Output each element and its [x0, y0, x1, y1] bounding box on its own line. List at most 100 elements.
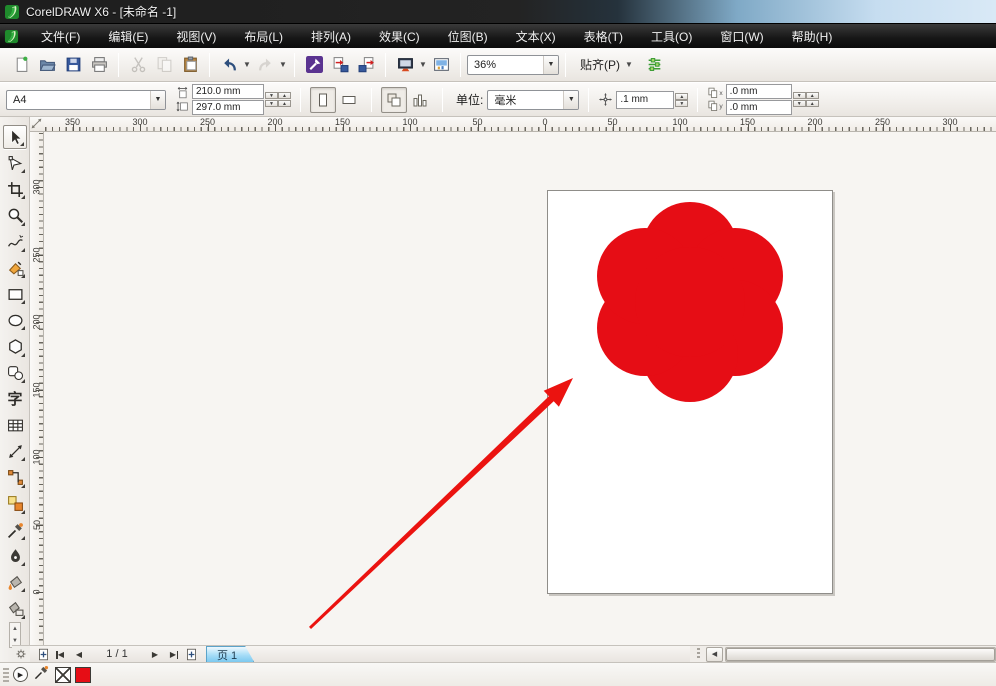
previous-page-button[interactable]: ◀	[70, 647, 88, 662]
drawing-canvas[interactable]	[44, 132, 996, 645]
menu-item[interactable]: 文本(X)	[502, 24, 570, 48]
interactive-fill-tool[interactable]	[3, 597, 27, 621]
export-button[interactable]	[354, 53, 378, 77]
dup-y-spin-up[interactable]: ▲	[806, 100, 819, 107]
ruler-origin-corner[interactable]	[30, 117, 44, 132]
freehand-tool[interactable]	[3, 230, 27, 254]
vertical-ruler[interactable]: 300250200150100500	[30, 132, 44, 645]
ellipse-tool[interactable]	[3, 308, 27, 332]
copy-button[interactable]	[152, 53, 176, 77]
eyedropper-icon[interactable]	[34, 665, 55, 685]
polygon-tool[interactable]	[3, 335, 27, 359]
scroll-left-button[interactable]: ◀	[706, 647, 723, 662]
color-eyedropper-tool[interactable]	[3, 518, 27, 542]
chevron-down-icon[interactable]: ▼	[543, 56, 558, 74]
page-size-preset-combobox[interactable]: A4 ▼	[6, 90, 166, 110]
crop-tool[interactable]	[3, 177, 27, 201]
chevron-down-icon[interactable]: ▼	[418, 60, 428, 69]
menu-item[interactable]: 表格(T)	[570, 24, 637, 48]
fullscreen-preview-button[interactable]	[393, 53, 417, 77]
menu-item[interactable]: 布局(L)	[230, 24, 297, 48]
dimension-tool[interactable]	[3, 439, 27, 463]
zoom-tool[interactable]	[3, 204, 27, 228]
all-pages-size-button[interactable]	[381, 87, 407, 113]
open-icon	[39, 56, 56, 73]
zoom-level-combobox[interactable]: 36% ▼	[467, 55, 559, 75]
add-page-button-left[interactable]	[34, 647, 52, 662]
text-tool[interactable]: 字	[3, 387, 27, 411]
menu-item[interactable]: 视图(V)	[162, 24, 230, 48]
menu-item[interactable]: 排列(A)	[297, 24, 365, 48]
outline-color-swatch-none[interactable]	[55, 667, 71, 683]
landscape-orientation-button[interactable]	[336, 87, 362, 113]
options-button[interactable]	[642, 53, 666, 77]
nudge-spin-down[interactable]: ▼	[675, 100, 688, 107]
application-launcher-button[interactable]	[302, 53, 326, 77]
units-combobox[interactable]: 毫米 ▼	[487, 90, 579, 110]
scrollbar-grip[interactable]	[692, 648, 704, 660]
shape-tool[interactable]	[3, 151, 27, 175]
portrait-orientation-button[interactable]	[310, 87, 336, 113]
paste-button[interactable]	[178, 53, 202, 77]
basic-shapes-tool[interactable]	[3, 361, 27, 385]
menu-item[interactable]: 工具(O)	[637, 24, 706, 48]
chevron-down-icon[interactable]: ▼	[150, 91, 165, 109]
first-page-button[interactable]: ◀	[52, 647, 70, 662]
dup-x-spin-up[interactable]: ▲	[806, 92, 819, 99]
print-button[interactable]	[87, 53, 111, 77]
last-page-button[interactable]: ▶	[164, 647, 182, 662]
title-bar: CorelDRAW X6 - [未命名 -1]	[0, 0, 996, 24]
undo-button[interactable]	[217, 53, 241, 77]
snap-to-button[interactable]: 贴齐(P)	[580, 56, 620, 73]
nudge-distance-field[interactable]: .1 mm	[616, 91, 674, 109]
nudge-spin-up[interactable]: ▲	[675, 93, 688, 100]
welcome-screen-button[interactable]	[429, 53, 453, 77]
table-tool[interactable]	[3, 413, 27, 437]
width-spin-up[interactable]: ▲	[278, 92, 291, 99]
connector-tool[interactable]	[3, 466, 27, 490]
duplicate-distance-x-field[interactable]: .0 mm	[726, 84, 792, 99]
zoom-level-value: 36%	[468, 59, 543, 71]
drawing-scale-button[interactable]	[12, 645, 30, 662]
menu-item[interactable]: 文件(F)	[27, 24, 94, 48]
fill-color-swatch[interactable]	[75, 667, 91, 683]
horizontal-ruler[interactable]: 35030025020015010050050100150200250300	[44, 117, 996, 132]
menu-item[interactable]: 位图(B)	[434, 24, 502, 48]
redo-button[interactable]	[253, 53, 277, 77]
smart-fill-tool[interactable]	[3, 256, 27, 280]
duplicate-distance-y-field[interactable]: .0 mm	[726, 100, 792, 115]
fill-tool[interactable]	[3, 570, 27, 594]
scrollbar-thumb[interactable]	[726, 648, 995, 661]
save-button[interactable]	[61, 53, 85, 77]
page-tab[interactable]: 页 1	[206, 646, 254, 662]
menu-item[interactable]: 帮助(H)	[778, 24, 847, 48]
new-document-button[interactable]	[9, 53, 33, 77]
menu-item[interactable]: 窗口(W)	[706, 24, 777, 48]
outline-pen-tool[interactable]	[3, 544, 27, 568]
current-page-size-button[interactable]	[407, 87, 433, 113]
dup-x-spin-down[interactable]: ▼	[793, 92, 806, 99]
blend-tool[interactable]	[3, 492, 27, 516]
open-button[interactable]	[35, 53, 59, 77]
macro-play-button[interactable]: ▶	[13, 667, 28, 682]
next-page-button[interactable]: ▶	[146, 647, 164, 662]
menu-item[interactable]: 效果(C)	[365, 24, 434, 48]
import-button[interactable]	[328, 53, 352, 77]
height-spin-up[interactable]: ▲	[278, 100, 291, 107]
page-height-field[interactable]: 297.0 mm	[192, 100, 264, 115]
chevron-down-icon[interactable]: ▼	[278, 60, 288, 69]
chevron-down-icon[interactable]: ▼	[624, 60, 634, 69]
chevron-down-icon[interactable]: ▼	[242, 60, 252, 69]
menu-item[interactable]: 编辑(E)	[94, 24, 162, 48]
height-spin-down[interactable]: ▼	[265, 100, 278, 107]
cut-button[interactable]	[126, 53, 150, 77]
page-width-field[interactable]: 210.0 mm	[192, 84, 264, 99]
pick-tool[interactable]	[3, 125, 27, 149]
add-page-button-right[interactable]	[182, 647, 200, 662]
rectangle-tool[interactable]	[3, 282, 27, 306]
flower-shape-group[interactable]	[597, 202, 783, 402]
dup-y-spin-down[interactable]: ▼	[793, 100, 806, 107]
scrollbar-track[interactable]	[725, 647, 996, 662]
width-spin-down[interactable]: ▼	[265, 92, 278, 99]
chevron-down-icon[interactable]: ▼	[563, 91, 578, 109]
